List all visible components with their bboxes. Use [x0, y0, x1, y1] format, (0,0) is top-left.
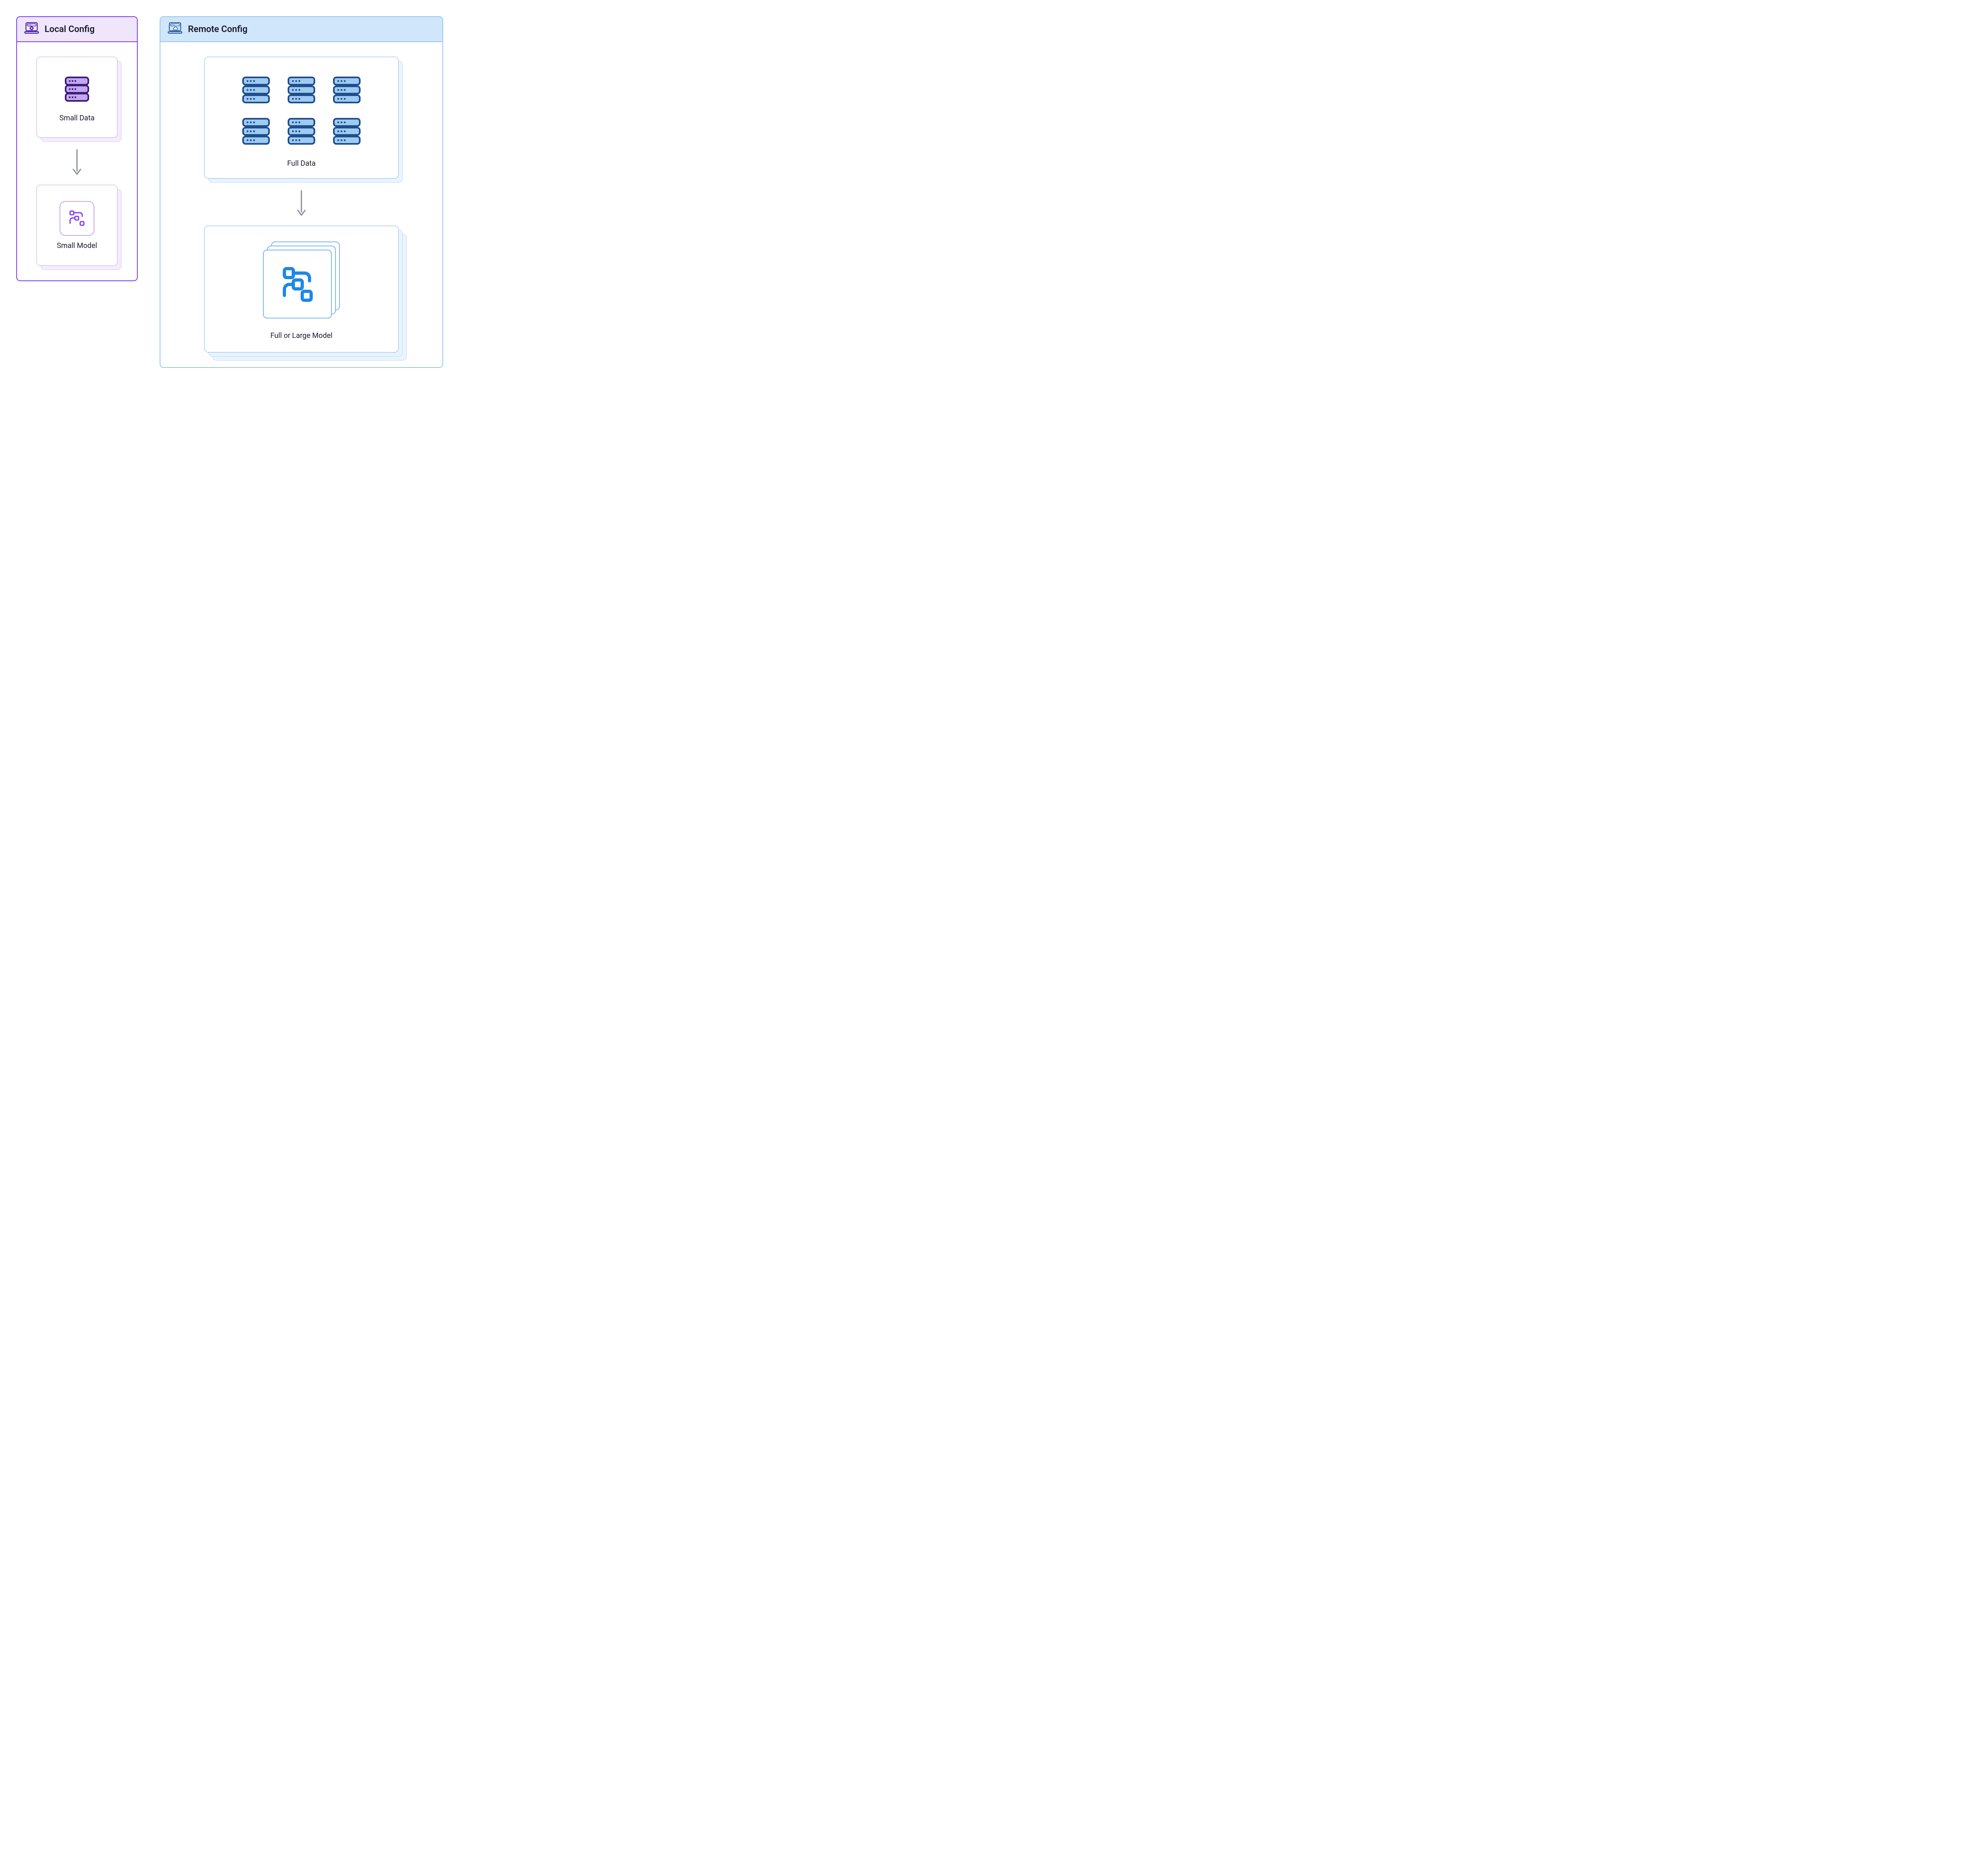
remote-config-panel: Remote Config Full Data	[160, 16, 443, 368]
laptop-local-icon	[24, 22, 39, 36]
local-config-header: Local Config	[17, 17, 137, 42]
local-config-panel: Local Config	[16, 16, 138, 281]
server-cluster-icon	[239, 74, 364, 148]
local-config-body: Small Data	[17, 42, 137, 280]
database-icon	[60, 73, 94, 108]
small-data-label: Small Data	[60, 114, 95, 122]
small-model-label: Small Model	[57, 241, 97, 250]
config-diagram: Local Config	[16, 16, 1961, 368]
full-model-card: Full or Large Model	[204, 226, 399, 353]
full-data-label: Full Data	[287, 159, 316, 168]
small-model-card: Small Model	[36, 185, 117, 266]
remote-config-header: Remote Config	[160, 17, 442, 42]
remote-config-body: Full Data	[160, 42, 442, 367]
small-data-card: Small Data	[36, 57, 117, 138]
laptop-cloud-icon	[168, 22, 182, 36]
arrow-down-icon	[295, 190, 307, 217]
model-stack-icon	[263, 241, 340, 318]
full-data-card: Full Data	[204, 57, 399, 179]
full-model-label: Full or Large Model	[270, 331, 332, 340]
model-icon	[60, 201, 94, 236]
remote-config-title: Remote Config	[188, 24, 248, 34]
local-config-title: Local Config	[45, 24, 95, 34]
arrow-down-icon	[71, 149, 83, 176]
